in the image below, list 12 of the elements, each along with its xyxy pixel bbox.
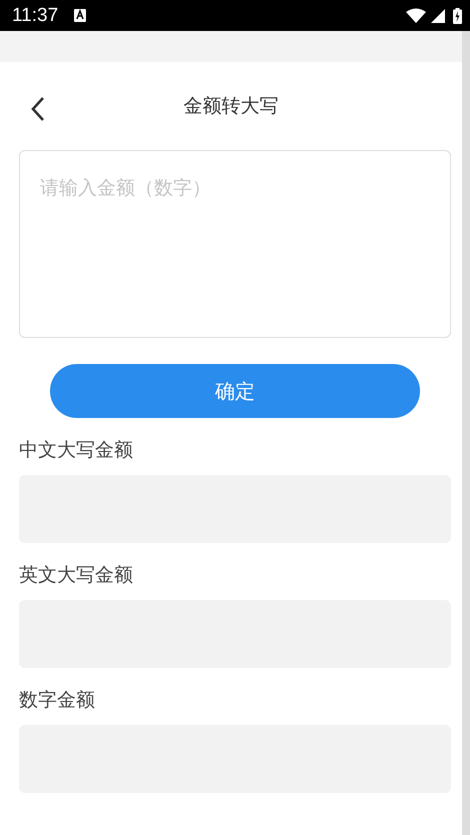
page-title: 金额转大写 — [184, 94, 278, 119]
field-label: 英文大写金额 — [19, 563, 134, 588]
wifi-icon — [406, 8, 426, 23]
field-label: 中文大写金额 — [19, 438, 134, 463]
amount-input[interactable]: 请输入金额（数字） — [19, 150, 451, 338]
notification-icon — [74, 9, 86, 22]
status-time: 11:37 — [12, 4, 58, 26]
back-icon[interactable] — [30, 96, 46, 122]
signal-icon — [431, 8, 445, 22]
confirm-button[interactable]: 确定 — [50, 364, 420, 418]
field-label: 数字金额 — [19, 688, 96, 713]
battery-icon — [453, 8, 462, 24]
